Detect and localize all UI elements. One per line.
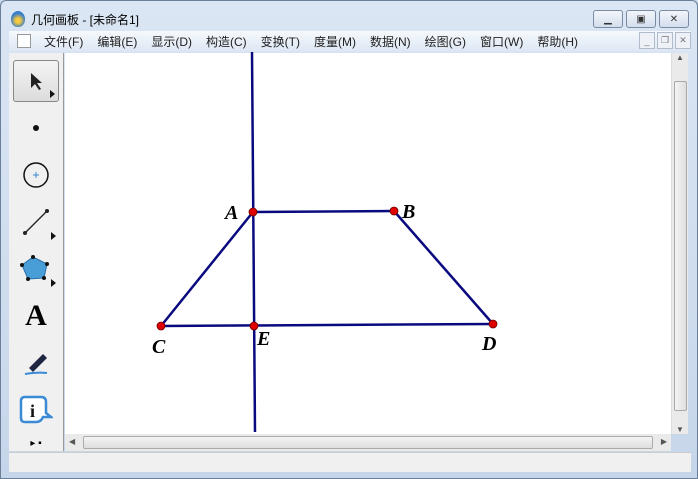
label-d[interactable]: D	[481, 333, 496, 355]
segment-ab[interactable]	[252, 209, 395, 214]
point-b[interactable]	[389, 206, 399, 216]
segment-bd[interactable]	[393, 210, 494, 325]
segment-ac[interactable]	[160, 211, 254, 327]
label-a[interactable]: A	[223, 202, 238, 224]
geometry-figure: A B C D E	[152, 51, 498, 433]
point-d[interactable]	[488, 319, 498, 329]
point-a[interactable]	[248, 207, 258, 217]
label-c[interactable]: C	[152, 336, 166, 358]
perpendicular-line[interactable]	[250, 51, 257, 433]
label-e[interactable]: E	[256, 328, 270, 350]
label-b[interactable]: B	[401, 201, 415, 223]
point-c[interactable]	[156, 321, 166, 331]
segment-cd[interactable]	[160, 322, 494, 328]
